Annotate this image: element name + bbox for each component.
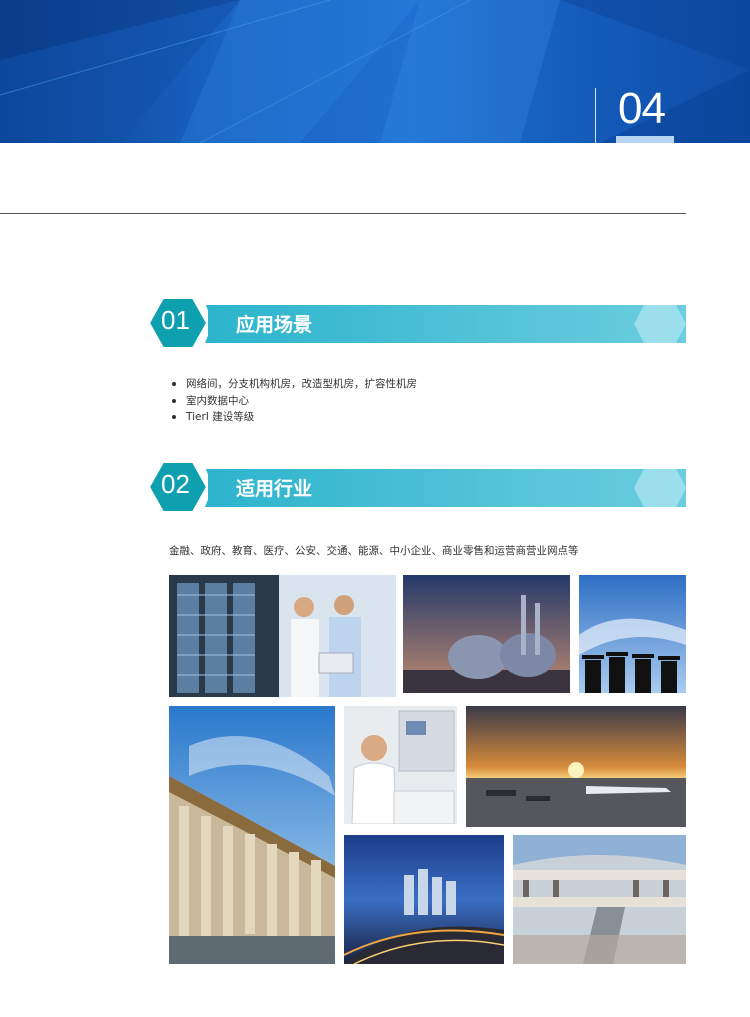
section-number: 01 — [161, 305, 190, 335]
section-header-industries: 02 适用行业 — [148, 461, 686, 513]
list-item: 室内数据中心 — [170, 393, 417, 410]
section-number: 02 — [161, 469, 190, 499]
page-number-underline — [616, 136, 674, 143]
section-title: 适用行业 — [236, 478, 313, 500]
section-header-scenarios: 01 应用场景 — [148, 297, 686, 349]
section-title: 应用场景 — [236, 314, 313, 336]
photo-laboratory — [344, 706, 457, 824]
scenario-list: 网络间，分支机构机房，改造型机房，扩容性机房 室内数据中心 TierI 建设等级 — [170, 376, 417, 426]
photo-graduates — [579, 575, 686, 693]
page-number-divider — [595, 88, 596, 143]
industries-text: 金融、政府、教育、医疗、公安、交通、能源、中小企业、商业零售和运营商营业网点等 — [169, 545, 579, 557]
list-item: 网络间，分支机构机房，改造型机房，扩容性机房 — [170, 376, 417, 393]
photo-server-room — [169, 575, 396, 697]
photo-gas-tanks — [403, 575, 570, 693]
horizontal-rule — [0, 213, 686, 214]
list-item: TierI 建设等级 — [170, 409, 417, 426]
photo-shopping-mall — [513, 835, 686, 964]
photo-airport-sunset — [466, 706, 686, 827]
photo-government-building — [169, 706, 335, 964]
photo-city-night — [344, 835, 504, 964]
page-number: 04 — [618, 84, 666, 133]
header-banner: 04 — [0, 0, 750, 143]
